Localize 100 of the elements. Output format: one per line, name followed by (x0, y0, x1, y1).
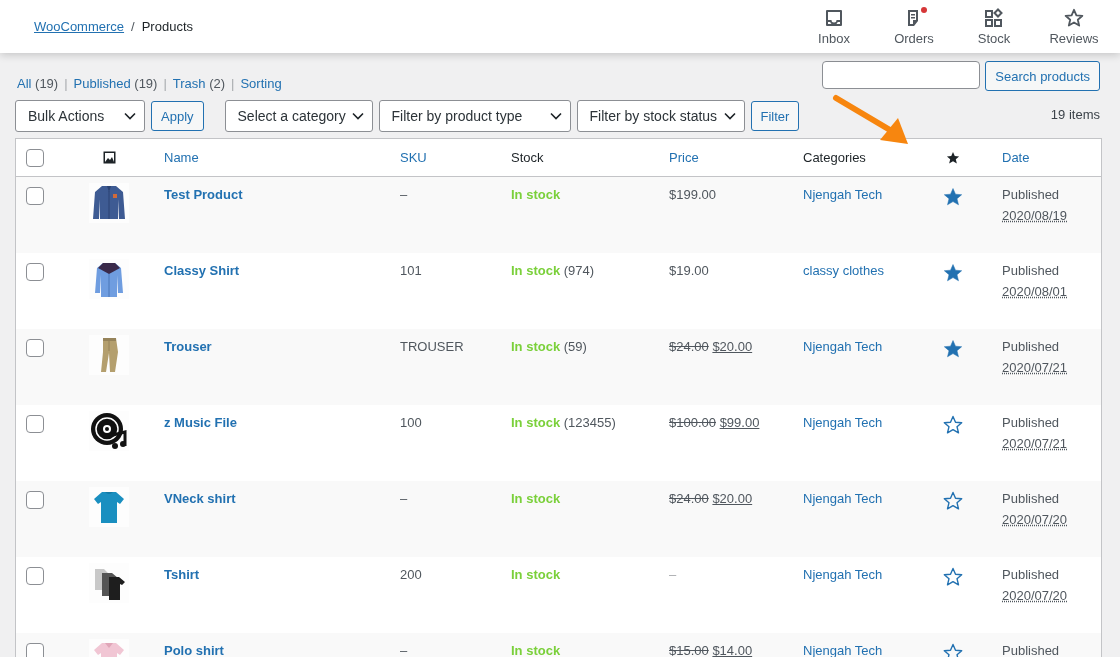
stock-status: In stock (123455) (511, 415, 616, 430)
star-icon[interactable] (943, 491, 963, 511)
category-link[interactable]: classy clothes (803, 263, 884, 278)
star-icon[interactable] (943, 643, 963, 657)
header-nav-item[interactable]: Inbox (794, 0, 874, 53)
row-checkbox[interactable] (26, 567, 44, 585)
publish-status: Published (1002, 415, 1060, 430)
sku-text: – (400, 643, 408, 657)
publish-date: 2020/07/21 (1002, 360, 1068, 375)
price-text: $15.00 $14.00 (669, 643, 753, 657)
stock-status: In stock (511, 567, 561, 582)
publish-status: Published (1002, 339, 1060, 354)
column-header: Stock (511, 150, 544, 165)
publish-status: Published (1002, 263, 1060, 278)
notification-dot (921, 6, 927, 13)
view-separator: | (64, 75, 68, 91)
publish-date: 2020/08/01 (1002, 284, 1068, 299)
search-field[interactable] (822, 61, 981, 89)
apply-button[interactable]: Apply (151, 101, 204, 131)
column-sort-link[interactable]: Name (164, 150, 199, 165)
category-link[interactable]: Njengah Tech (803, 567, 883, 582)
row-checkbox[interactable] (26, 339, 44, 357)
star-icon (946, 150, 960, 165)
price-text: – (669, 567, 677, 582)
header-nav-item[interactable]: Stock (954, 0, 1034, 53)
star-icon (1064, 7, 1084, 28)
sku-text: TROUSER (400, 339, 464, 354)
column-sort-link[interactable]: SKU (400, 150, 427, 165)
view-filter-link[interactable]: Published (19) (73, 75, 158, 91)
price-text: $100.00 $99.00 (669, 415, 760, 430)
publish-status: Published (1002, 567, 1060, 582)
bulk-actions-dropdown[interactable]: Bulk Actions (15, 100, 145, 132)
column-sort-link[interactable]: Price (669, 150, 699, 165)
publish-date: 2020/07/20 (1002, 512, 1068, 527)
star-icon[interactable] (943, 567, 963, 587)
product-name-link[interactable]: Polo shirt (164, 643, 224, 657)
category-dropdown[interactable]: Select a category (224, 100, 373, 132)
view-filter-link[interactable]: All (19) (17, 75, 59, 91)
publish-status: Published (1002, 491, 1060, 506)
blocks-icon (984, 7, 1004, 28)
item-count: 19 items (1050, 106, 1100, 122)
publish-date: 2020/07/20 (1002, 588, 1068, 603)
breadcrumb-link[interactable]: WooCommerce (34, 19, 125, 34)
stock-status: In stock (974) (511, 263, 595, 278)
sku-text: – (400, 491, 408, 506)
category-link[interactable]: Njengah Tech (803, 187, 883, 202)
column-header: Categories (803, 150, 866, 165)
product-name-link[interactable]: z Music File (164, 415, 237, 430)
caret-icon (124, 112, 136, 120)
stock-status-dropdown[interactable]: Filter by stock status (576, 100, 745, 132)
category-link[interactable]: Njengah Tech (803, 415, 883, 430)
price-text: $19.00 (669, 263, 709, 278)
stock-status: In stock (59) (511, 339, 587, 354)
price-text: $24.00 $20.00 (669, 339, 753, 354)
row-checkbox[interactable] (26, 491, 44, 509)
row-checkbox[interactable] (26, 415, 44, 433)
star-icon[interactable] (943, 415, 963, 435)
product-name-link[interactable]: Test Product (164, 187, 243, 202)
inbox-icon (824, 7, 844, 28)
header-nav-item[interactable]: Reviews (1034, 0, 1114, 53)
product-type-dropdown[interactable]: Filter by product type (378, 100, 571, 132)
price-text: $24.00 $20.00 (669, 491, 753, 506)
price-text: $199.00 (669, 187, 716, 202)
product-name-link[interactable]: VNeck shirt (164, 491, 236, 506)
row-checkbox[interactable] (26, 187, 44, 205)
star-icon[interactable] (943, 187, 963, 207)
stock-status: In stock (511, 643, 561, 657)
stock-status: In stock (511, 187, 561, 202)
row-checkbox[interactable] (26, 263, 44, 281)
publish-status: Published (1002, 187, 1060, 202)
publish-status: Published (1002, 643, 1060, 657)
view-filter-link[interactable]: Trash (2) (172, 75, 226, 91)
caret-icon (351, 112, 364, 120)
caret-icon (723, 112, 736, 120)
search-products-button[interactable]: Search products (985, 61, 1100, 91)
caret-icon (549, 112, 562, 120)
sku-text: 200 (400, 567, 422, 582)
image-icon (102, 151, 116, 164)
star-icon[interactable] (943, 339, 963, 359)
category-link[interactable]: Njengah Tech (803, 339, 883, 354)
view-filter-link[interactable]: Sorting (240, 75, 282, 91)
select-all-checkbox[interactable] (26, 148, 44, 167)
page-title: Products (141, 19, 193, 34)
product-name-link[interactable]: Trouser (164, 339, 212, 354)
view-separator: | (163, 75, 167, 91)
star-icon[interactable] (943, 263, 963, 283)
view-separator: | (231, 75, 235, 91)
sku-text: 100 (400, 415, 422, 430)
product-name-link[interactable]: Classy Shirt (164, 263, 240, 278)
filter-button[interactable]: Filter (750, 101, 800, 131)
sku-text: – (400, 187, 408, 202)
stock-status: In stock (511, 491, 561, 506)
column-sort-link[interactable]: Date (1002, 150, 1030, 165)
header-nav-item[interactable]: Orders (874, 0, 954, 53)
publish-date: 2020/07/21 (1002, 436, 1068, 451)
category-link[interactable]: Njengah Tech (803, 491, 883, 506)
row-checkbox[interactable] (26, 643, 44, 657)
breadcrumb-separator: / (131, 19, 135, 34)
product-name-link[interactable]: Tshirt (164, 567, 200, 582)
category-link[interactable]: Njengah Tech (803, 643, 883, 657)
